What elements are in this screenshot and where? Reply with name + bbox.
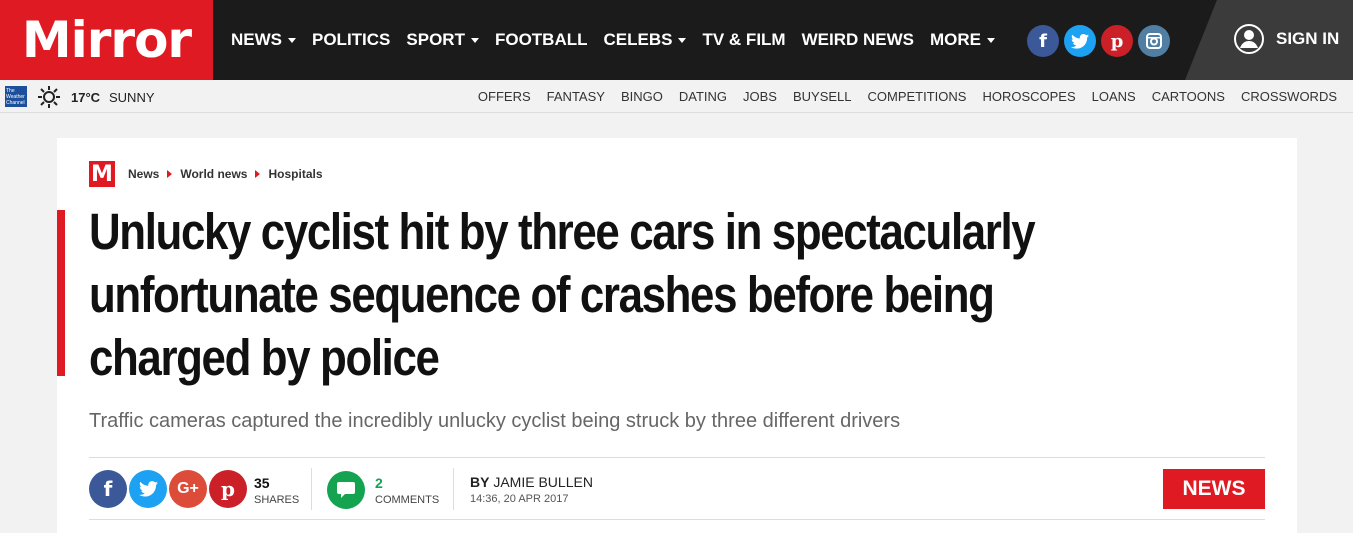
sun-icon <box>38 86 60 108</box>
share-buttons: f G+ p <box>89 470 247 508</box>
comment-count-label: COMMENTS <box>375 494 440 506</box>
weather-temperature: 17°C <box>71 90 101 105</box>
utility-links: OFFERS FANTASY BINGO DATING JOBS BUYSELL… <box>462 89 1337 104</box>
nav-item-weird-news[interactable]: WEIRD NEWS <box>802 30 914 50</box>
sign-in-button[interactable]: SIGN IN <box>1234 24 1339 54</box>
article-standfirst: Traffic cameras captured the incredibly … <box>89 410 901 432</box>
utility-link-bingo[interactable]: BINGO <box>621 89 663 104</box>
nav-item-more[interactable]: MORE <box>930 30 995 50</box>
instagram-icon[interactable] <box>1138 25 1170 57</box>
nav-item-celebs[interactable]: CELEBS <box>604 30 687 50</box>
twitter-icon[interactable] <box>1064 25 1096 57</box>
nav-item-football[interactable]: FOOTBALL <box>495 30 588 50</box>
headline-accent-bar <box>57 210 65 376</box>
pinterest-icon[interactable]: p <box>1101 25 1133 57</box>
vertical-divider <box>453 468 454 510</box>
utility-link-dating[interactable]: DATING <box>679 89 727 104</box>
nav-item-news[interactable]: NEWS <box>231 30 296 50</box>
utility-link-offers[interactable]: OFFERS <box>478 89 531 104</box>
nav-item-label: FOOTBALL <box>494 30 588 49</box>
share-count: 35 <box>254 475 270 491</box>
breadcrumb-item-hospitals[interactable]: Hospitals <box>268 167 322 181</box>
chevron-right-icon <box>255 170 261 178</box>
nav-item-label: WEIRD NEWS <box>801 30 914 49</box>
divider <box>89 457 1265 458</box>
chevron-down-icon <box>678 37 687 43</box>
byline: BY JAMIE BULLEN <box>470 474 593 490</box>
nav-item-tv-film[interactable]: TV & FILM <box>702 30 785 50</box>
user-icon <box>1234 24 1264 54</box>
nav-item-label: NEWS <box>231 30 282 49</box>
utility-link-fantasy[interactable]: FANTASY <box>547 89 605 104</box>
facebook-icon[interactable]: f <box>1027 25 1059 57</box>
nav-item-label: SPORT <box>406 30 465 49</box>
vertical-divider <box>311 468 312 510</box>
author-name[interactable]: JAMIE BULLEN <box>493 474 593 490</box>
twitter-share-icon[interactable] <box>129 470 167 508</box>
utility-link-buysell[interactable]: BUYSELL <box>793 89 852 104</box>
main-nav: NEWS POLITICS SPORT FOOTBALL CELEBS TV &… <box>231 0 1011 80</box>
chevron-down-icon <box>470 37 479 43</box>
breadcrumb: M News World news Hospitals <box>89 161 323 187</box>
chevron-down-icon <box>288 37 296 43</box>
utility-link-loans[interactable]: LOANS <box>1092 89 1136 104</box>
nav-item-label: MORE <box>929 30 981 49</box>
chevron-down-icon <box>986 37 995 43</box>
utility-link-jobs[interactable]: JOBS <box>743 89 777 104</box>
comment-count[interactable]: 2 <box>375 475 383 491</box>
utility-link-cartoons[interactable]: CARTOONS <box>1152 89 1225 104</box>
nav-item-label: TV & FILM <box>702 30 786 49</box>
google-plus-share-icon[interactable]: G+ <box>169 470 207 508</box>
utility-link-competitions[interactable]: COMPETITIONS <box>868 89 967 104</box>
section-tag-news[interactable]: NEWS <box>1163 469 1265 509</box>
breadcrumb-item-world-news[interactable]: World news <box>180 167 247 181</box>
nav-item-politics[interactable]: POLITICS <box>312 30 390 50</box>
nav-item-label: POLITICS <box>312 30 391 49</box>
pinterest-share-icon[interactable]: p <box>209 470 247 508</box>
sign-in-label: SIGN IN <box>1276 29 1340 48</box>
social-links: f p <box>1027 25 1170 57</box>
publish-timestamp: 14:36, 20 APR 2017 <box>470 493 569 505</box>
weather-channel-logo[interactable]: The Weather Channel <box>5 86 27 107</box>
nav-item-sport[interactable]: SPORT <box>406 30 479 50</box>
byline-prefix: BY <box>470 474 490 490</box>
facebook-share-icon[interactable]: f <box>89 470 127 508</box>
mirror-logo[interactable]: Mirror <box>0 0 213 80</box>
weather-condition: SUNNY <box>109 90 155 105</box>
nav-item-label: CELEBS <box>603 30 673 49</box>
utility-link-horoscopes[interactable]: HOROSCOPES <box>982 89 1075 104</box>
utility-link-crosswords[interactable]: CROSSWORDS <box>1241 89 1337 104</box>
chevron-right-icon <box>167 170 173 178</box>
divider <box>89 519 1265 520</box>
share-count-label: SHARES <box>254 494 300 506</box>
article-headline: Unlucky cyclist hit by three cars in spe… <box>89 203 1036 386</box>
breadcrumb-item-news[interactable]: News <box>128 167 159 181</box>
mirror-m-logo[interactable]: M <box>89 161 115 187</box>
comment-icon[interactable] <box>327 471 365 509</box>
